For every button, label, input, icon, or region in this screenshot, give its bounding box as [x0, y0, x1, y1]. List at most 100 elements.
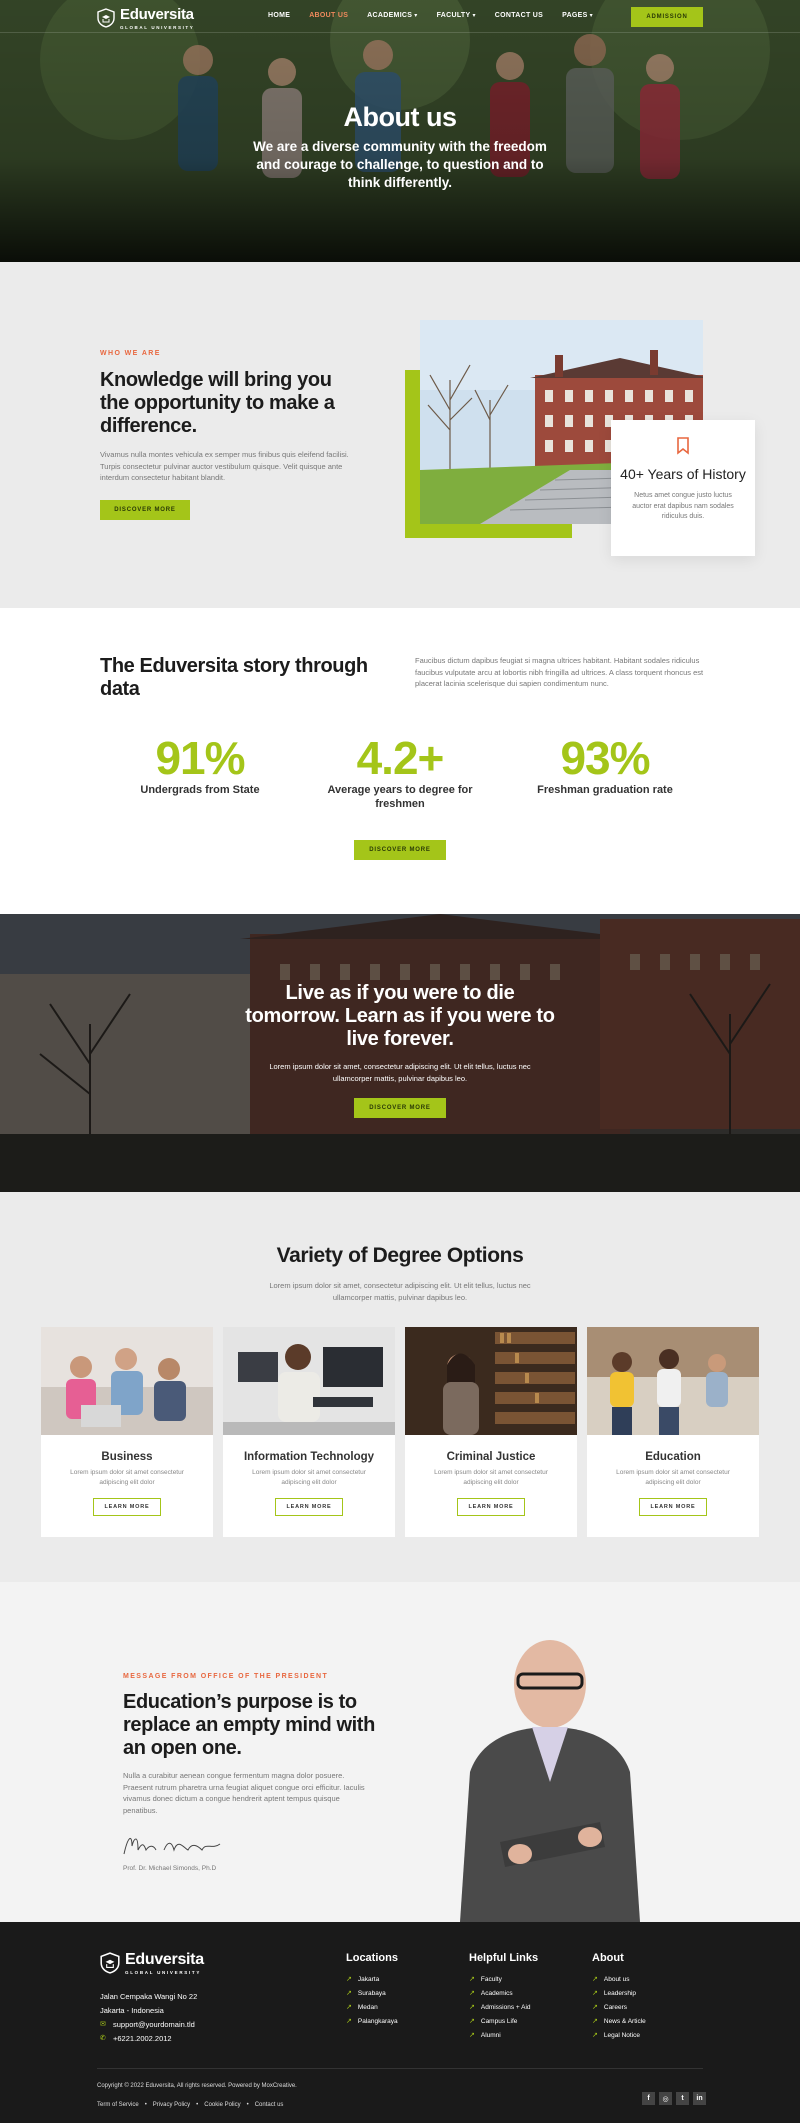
legal-links: Term of Service • Privacy Policy • Cookie Po… [97, 2102, 283, 2108]
degrees-title: Variety of Degree Options [276, 1244, 524, 1267]
nav-label: HOME [268, 12, 291, 19]
president-title: Education’s purpose is to replace an emp… [123, 1691, 375, 1759]
footer-address: Jalan Cempaka Wangi No 22 Jakarta - Indo… [100, 1990, 197, 2018]
degree-card-information-technology: Information Technology Lorem ipsum dolor… [223, 1327, 395, 1537]
quote-discover-button[interactable]: DISCOVER MORE [354, 1098, 446, 1118]
facebook-icon[interactable]: f [642, 2092, 655, 2105]
nav-faculty[interactable]: FACULTY ▾ [437, 12, 476, 19]
footer-link[interactable]: ↗ Admissions + Aid [469, 2001, 538, 2015]
footer-email[interactable]: ✉ support@yourdomain.tld [100, 2018, 195, 2032]
quote-section: Live as if you were to die tomorrow. Lea… [0, 914, 800, 1192]
footer-link[interactable]: ↗ Alumni [469, 2029, 538, 2043]
footer-link-label: Surabaya [357, 1990, 386, 1997]
nav-label: CONTACT US [494, 12, 544, 19]
arrow-icon: ↗ [469, 1990, 475, 1997]
stat-label: Average years to degree for freshmen [327, 784, 473, 810]
admission-button[interactable]: ADMISSION [631, 7, 703, 27]
learn-more-button[interactable]: LEARN MORE [93, 1498, 161, 1516]
footer-link-label: News & Article [603, 2018, 646, 2025]
footer-link[interactable]: ↗ Campus Life [469, 2015, 538, 2029]
footer-link[interactable]: ↗ Jakarta [346, 1973, 398, 1987]
footer-link-label: Legal Notice [603, 2032, 641, 2039]
signature-image [123, 1838, 221, 1855]
brand-tagline: GLOBAL UNIVERSITY [120, 25, 195, 30]
nav-academics[interactable]: ACADEMICS ▾ [367, 12, 417, 19]
instagram-icon[interactable]: ◎ [659, 2092, 672, 2105]
footer-link[interactable]: ↗ About us [592, 1973, 646, 1987]
stat-undergrads: 91% Undergrads from State [110, 735, 290, 797]
legal-link[interactable]: Privacy Policy [153, 2102, 190, 2108]
who-eyebrow: WHO WE ARE [100, 350, 161, 357]
hero-text: About us We are a diverse community with… [0, 102, 800, 192]
mail-icon: ✉ [100, 2021, 106, 2028]
learn-more-button[interactable]: LEARN MORE [457, 1498, 525, 1516]
degree-body: Lorem ipsum dolor sit amet consectetur a… [616, 1469, 730, 1486]
footer-link[interactable]: ↗ Surabaya [346, 1987, 398, 2001]
degree-card-criminal-justice: Criminal Justice Lorem ipsum dolor sit a… [405, 1327, 577, 1537]
stat-value: 4.2+ [356, 732, 445, 784]
footer-link-label: Admissions + Aid [480, 2004, 531, 2011]
education-image [587, 1327, 759, 1435]
footer-link-label: Campus Life [480, 2018, 518, 2025]
footer-link[interactable]: ↗ Palangkaraya [346, 2015, 398, 2029]
story-section: The Eduversita story through data Faucib… [0, 608, 800, 914]
arrow-icon: ↗ [592, 2018, 598, 2025]
degree-title: Information Technology [243, 1451, 375, 1463]
brand-logo[interactable]: Eduversita GLOBAL UNIVERSITY [97, 6, 194, 30]
story-discover-button[interactable]: DISCOVER MORE [354, 840, 446, 860]
arrow-icon: ↗ [469, 2004, 475, 2011]
president-body: Nulla a curabitur aenean congue fermentu… [123, 1771, 365, 1815]
separator: • [144, 2102, 147, 2108]
brand-name: Eduversita [125, 1951, 204, 1968]
footer-phone[interactable]: ✆ +6221.2002.2012 [100, 2032, 195, 2046]
footer-col-locations: Locations ↗ Jakarta ↗ Surabaya ↗ Medan ↗ Palangk… [346, 1952, 398, 2029]
bookmark-icon [677, 437, 689, 455]
arrow-icon: ↗ [592, 2032, 598, 2039]
nav-contact-us[interactable]: CONTACT US [495, 12, 543, 19]
nav-label: ACADEMICS [367, 12, 413, 19]
legal-link[interactable]: Contact us [255, 2102, 284, 2108]
separator: • [246, 2102, 249, 2108]
phone-icon: ✆ [100, 2035, 106, 2042]
arrow-icon: ↗ [346, 2018, 352, 2025]
footer-link[interactable]: ↗ Legal Notice [592, 2029, 646, 2043]
degree-title: Criminal Justice [446, 1451, 536, 1463]
footer-col-helpful-links: Helpful Links ↗ Faculty ↗ Academics ↗ Admissio… [469, 1952, 538, 2043]
who-discover-button[interactable]: DISCOVER MORE [100, 500, 190, 520]
legal-link[interactable]: Term of Service [97, 2102, 139, 2108]
learn-more-button[interactable]: LEARN MORE [275, 1498, 343, 1516]
learn-more-button[interactable]: LEARN MORE [639, 1498, 707, 1516]
linkedin-icon[interactable]: in [693, 2092, 706, 2105]
brand-tagline: GLOBAL UNIVERSITY [125, 1970, 202, 1975]
arrow-icon: ↗ [346, 2004, 352, 2011]
footer-link[interactable]: ↗ Careers [592, 2001, 646, 2015]
footer-link[interactable]: ↗ Medan [346, 2001, 398, 2015]
arrow-icon: ↗ [592, 1976, 598, 1983]
degree-title: Education [645, 1451, 701, 1463]
main-nav: Eduversita GLOBAL UNIVERSITY HOME ABOUT U… [0, 0, 800, 33]
history-card-body: Netus amet congue justo luctus auctor er… [632, 492, 734, 520]
nav-about-us[interactable]: ABOUT US [309, 12, 348, 19]
footer-logo[interactable]: Eduversita GLOBAL UNIVERSITY [100, 1951, 204, 1975]
footer-link[interactable]: ↗ Leadership [592, 1987, 646, 2001]
information-technology-image [223, 1327, 395, 1435]
arrow-icon: ↗ [469, 1976, 475, 1983]
nav-menu: HOME ABOUT US ACADEMICS ▾ FACULTY ▾ CONTACT US… [268, 12, 612, 19]
twitter-icon[interactable]: t [676, 2092, 689, 2105]
who-title: Knowledge will bring you the opportunity… [100, 369, 335, 437]
legal-link[interactable]: Cookie Policy [204, 2102, 240, 2108]
footer-col-title: About [592, 1952, 624, 1964]
degrees-section: Variety of Degree Options Lorem ipsum do… [0, 1192, 800, 1582]
nav-home[interactable]: HOME [268, 12, 290, 19]
stat-value: 91% [155, 732, 245, 784]
nav-pages[interactable]: PAGES ▾ [562, 12, 593, 19]
copyright: Copyright © 2022 Eduversita, All rights … [97, 2083, 297, 2089]
footer-col-about: About ↗ About us ↗ Leadership ↗ Careers ↗ News &… [592, 1952, 646, 2043]
footer-link[interactable]: ↗ Academics [469, 1987, 538, 2001]
footer-link[interactable]: ↗ Faculty [469, 1973, 538, 1987]
stat-label: Freshman graduation rate [537, 784, 673, 796]
stat-years-to-degree: 4.2+ Average years to degree for freshme… [310, 735, 490, 811]
nav-label: PAGES [562, 12, 588, 19]
footer-link[interactable]: ↗ News & Article [592, 2015, 646, 2029]
footer-link-label: Leadership [603, 1990, 637, 1997]
